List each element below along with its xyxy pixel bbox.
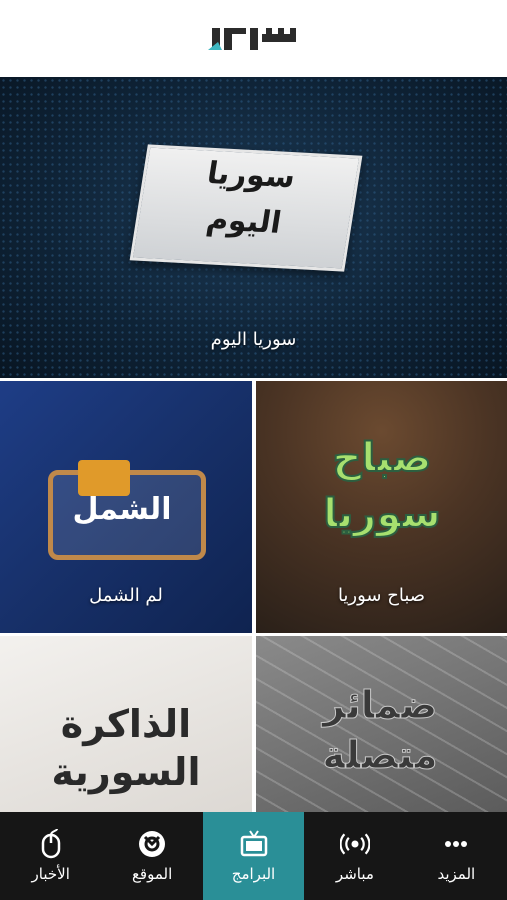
- program-logo-art: الذاكرة السورية: [28, 700, 224, 796]
- tab-location[interactable]: الموقع: [101, 812, 202, 900]
- tab-label: الأخبار: [31, 865, 70, 883]
- art-line: اليوم: [204, 202, 284, 241]
- tab-label: الموقع: [131, 865, 173, 883]
- live-broadcast-icon: [339, 829, 370, 859]
- art-line: سوريا: [322, 490, 441, 538]
- speech-bubble-accent: [78, 460, 130, 496]
- art-line: السورية: [51, 750, 201, 794]
- tab-more[interactable]: المزيد: [406, 812, 507, 900]
- art-line: متصلة: [322, 733, 438, 778]
- tv-icon: [239, 829, 269, 859]
- program-logo-art: صباح سوريا: [302, 430, 462, 560]
- app-header: [0, 0, 507, 76]
- tab-label: مباشر: [335, 865, 374, 883]
- art-line: الذاكرة: [60, 702, 192, 746]
- tab-programs[interactable]: البرامج: [202, 812, 305, 900]
- more-dots-icon: [441, 829, 471, 859]
- program-title: لم الشمل: [89, 585, 163, 606]
- news-icon: [36, 829, 66, 859]
- art-text: الشمل: [72, 492, 172, 527]
- program-logo-art: سوريا اليوم: [129, 144, 363, 272]
- art-line: ضمائر: [322, 683, 438, 728]
- tab-label: البرامج: [231, 865, 276, 883]
- program-title: صباح سوريا: [337, 585, 426, 606]
- location-icon: [137, 829, 167, 859]
- tab-label: المزيد: [437, 865, 476, 883]
- channel-logo: [207, 28, 296, 50]
- tab-news[interactable]: الأخبار: [0, 812, 101, 900]
- bottom-tab-bar: الأخبار الموقع البرامج مباشر المزيد: [0, 812, 507, 900]
- program-logo-art: ضمائر متصلة: [282, 680, 478, 780]
- art-line: صباح: [332, 434, 433, 482]
- tab-live[interactable]: مباشر: [304, 812, 405, 900]
